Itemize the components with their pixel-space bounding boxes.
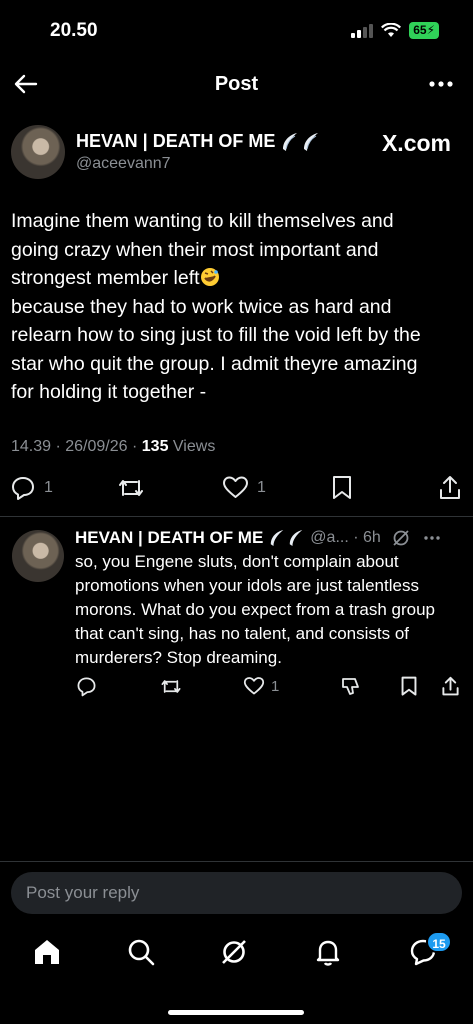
divider bbox=[0, 516, 473, 517]
author-handle[interactable]: @aceevann7 bbox=[76, 155, 171, 173]
post-text-line: star who quit the group. I admit theyre … bbox=[11, 352, 418, 375]
search-icon[interactable] bbox=[125, 936, 157, 968]
xcom-watermark: X.com bbox=[381, 130, 451, 156]
heart-icon bbox=[223, 476, 248, 498]
reply-actions: 1 bbox=[0, 676, 473, 700]
post-text-line: relearn how to sing just to fill the voi… bbox=[11, 324, 421, 346]
grok-icon[interactable] bbox=[218, 936, 250, 968]
reply-text: so, you Engene sluts, don't complain abo… bbox=[75, 550, 460, 670]
bottom-tab-bar bbox=[0, 930, 473, 980]
like-count: 1 bbox=[257, 478, 266, 496]
thumbs-down-icon bbox=[342, 678, 359, 695]
more-options-icon[interactable] bbox=[427, 70, 455, 98]
status-time: 20.50 bbox=[50, 20, 98, 41]
post-text-line-with-emoji: strongest member left bbox=[11, 264, 461, 293]
status-icons: 65⚡ bbox=[351, 22, 439, 39]
author-avatar[interactable] bbox=[11, 125, 65, 179]
rofl-emoji-icon bbox=[200, 268, 219, 286]
share-button[interactable] bbox=[438, 475, 462, 501]
reply-dislike-button[interactable] bbox=[340, 676, 361, 697]
wifi-icon bbox=[381, 23, 402, 37]
reply-share-button[interactable] bbox=[441, 676, 460, 697]
more-icon[interactable] bbox=[423, 529, 441, 547]
header: Post bbox=[0, 62, 473, 106]
reply-text-line: that can't sing, has no talent, and cons… bbox=[75, 624, 410, 643]
reply-icon bbox=[77, 677, 96, 697]
post-actions: 1 1 bbox=[0, 475, 473, 505]
wing-icon bbox=[304, 132, 319, 151]
views-label: Views bbox=[172, 438, 216, 455]
post-text-line: strongest member left bbox=[11, 267, 200, 289]
repost-button[interactable] bbox=[117, 475, 145, 501]
views-count: 135 bbox=[141, 438, 169, 455]
post-meta: 14.39 · 26/09/26 · 135 Views bbox=[11, 438, 215, 456]
reply-header: HEVAN | DEATH OF ME @a... · 6h bbox=[75, 528, 467, 548]
reply-bookmark-button[interactable] bbox=[400, 676, 418, 697]
post-timestamp: 14.39 · 26/09/26 · bbox=[11, 438, 138, 455]
post-text: Imagine them wanting to kill themselves … bbox=[11, 207, 461, 407]
post-text-line: going crazy when their most important an… bbox=[11, 238, 379, 261]
wing-icon bbox=[290, 530, 303, 546]
notifications-bell-icon[interactable] bbox=[312, 936, 344, 968]
page-title: Post bbox=[214, 73, 259, 95]
share-icon bbox=[440, 476, 460, 499]
reply-handle-time[interactable]: @a... · 6h bbox=[310, 529, 381, 547]
divider bbox=[0, 861, 473, 862]
wing-icon bbox=[283, 132, 298, 151]
post-text-line: for holding it together - bbox=[11, 381, 207, 403]
reply-reply-button[interactable] bbox=[76, 676, 97, 697]
home-indicator bbox=[168, 1010, 304, 1015]
reply-text-line: promotions when your idols are just tale… bbox=[75, 576, 419, 595]
reply-text-line: murderers? Stop dreaming. bbox=[75, 648, 282, 667]
grok-icon[interactable] bbox=[391, 528, 411, 548]
post-text-line: Imagine them wanting to kill themselves … bbox=[11, 210, 394, 232]
status-bar: 20.50 65⚡ bbox=[0, 0, 473, 60]
reply-like-button[interactable]: 1 bbox=[243, 676, 279, 696]
reply-text-line: so, you Engene sluts, don't complain abo… bbox=[75, 552, 399, 571]
author-name[interactable]: HEVAN | DEATH OF ME bbox=[76, 131, 275, 152]
battery-indicator: 65⚡ bbox=[409, 22, 439, 39]
messages-badge: 15 bbox=[426, 931, 452, 953]
reply-text-line: morons. What do you expect from a trash … bbox=[75, 600, 436, 619]
author-name-row[interactable]: HEVAN | DEATH OF ME bbox=[76, 131, 320, 152]
home-icon[interactable] bbox=[31, 936, 63, 968]
reply-icon bbox=[12, 477, 34, 500]
signal-icon bbox=[351, 23, 374, 38]
reply-author-avatar[interactable] bbox=[12, 530, 64, 582]
reply-button[interactable]: 1 bbox=[10, 475, 53, 501]
reply-repost-button[interactable] bbox=[160, 676, 182, 697]
wing-icon bbox=[271, 530, 284, 546]
heart-icon bbox=[243, 677, 265, 695]
bookmark-icon bbox=[401, 676, 417, 696]
repost-icon bbox=[119, 480, 143, 496]
share-icon bbox=[442, 676, 459, 696]
reply-input[interactable]: Post your reply bbox=[11, 872, 462, 914]
battery-level: 65 bbox=[413, 23, 427, 37]
wing-emoji-icons bbox=[281, 132, 320, 152]
post-text-line: because they had to work twice as hard a… bbox=[11, 295, 392, 318]
reply-count: 1 bbox=[44, 479, 53, 496]
repost-icon bbox=[161, 680, 181, 693]
reply-like-count: 1 bbox=[271, 677, 280, 695]
reply-author-name[interactable]: HEVAN | DEATH OF ME bbox=[75, 528, 263, 548]
like-button[interactable]: 1 bbox=[222, 475, 266, 500]
bookmark-icon bbox=[333, 476, 351, 499]
bookmark-button[interactable] bbox=[331, 475, 353, 501]
wing-emoji-icons bbox=[269, 529, 304, 547]
